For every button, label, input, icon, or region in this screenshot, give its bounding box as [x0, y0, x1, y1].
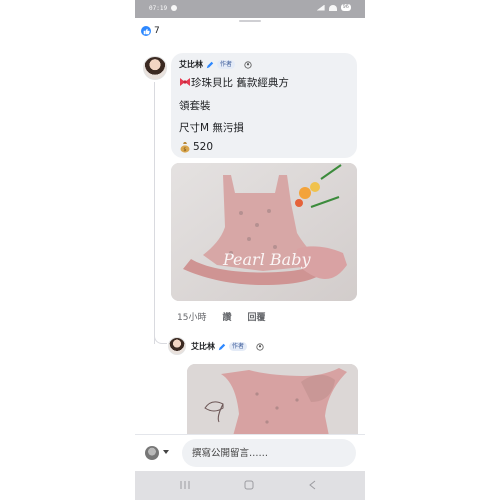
status-bar: 07:19 96: [135, 0, 365, 18]
pencil-icon: [206, 61, 214, 68]
money-bag-icon: $: [180, 142, 190, 153]
battery-icon: 96: [340, 4, 351, 11]
like-icon: [141, 26, 151, 36]
signal-icon: [316, 4, 325, 11]
reply-button[interactable]: 回覆: [247, 310, 265, 323]
author-badge: 作者: [217, 60, 236, 69]
price-line: $ 520: [179, 141, 213, 153]
avatar[interactable]: [143, 56, 167, 80]
drag-handle[interactable]: [239, 20, 261, 22]
back-icon[interactable]: [307, 479, 319, 491]
phone-screen: 07:19 96 7 艾比林 作者 珍珠貝比 舊款經典方 領套裝 尺寸M 無污損…: [135, 0, 365, 500]
reply-avatar[interactable]: [168, 337, 186, 355]
globe-icon: [256, 342, 264, 351]
status-icons: 96: [316, 4, 351, 11]
thread-line: [154, 82, 155, 344]
author-badge: 作者: [229, 342, 248, 351]
thread-connector: [154, 331, 167, 344]
pencil-icon: [218, 343, 226, 350]
reply-author-name[interactable]: 艾比林: [191, 341, 215, 352]
comment-composer: [135, 434, 365, 471]
chevron-down-icon[interactable]: [163, 450, 169, 454]
status-time: 07:19: [149, 5, 168, 12]
reply-header: 艾比林 作者: [191, 341, 264, 352]
comment-text-line: 珍珠貝比 舊款經典方: [179, 75, 289, 90]
svg-text:$: $: [183, 147, 186, 153]
home-icon[interactable]: [243, 479, 255, 491]
comment-text: 尺寸M 無污損: [179, 122, 244, 134]
reaction-summary[interactable]: 7: [141, 26, 160, 36]
photo-watermark: Pearl Baby: [222, 250, 311, 269]
comment-photo[interactable]: Pearl Baby: [171, 163, 357, 301]
author-name[interactable]: 艾比林: [179, 59, 203, 70]
reaction-count: 7: [154, 26, 160, 36]
comment-text: 領套裝: [179, 100, 211, 112]
comment-actions: 15小時 讚 回覆: [177, 310, 265, 323]
comment-text: 珍珠貝比 舊款經典方: [191, 77, 289, 89]
comment-timestamp: 15小時: [177, 313, 207, 323]
wifi-icon: [328, 4, 337, 11]
like-button[interactable]: 讚: [222, 310, 231, 323]
comment-header: 艾比林 作者: [179, 59, 252, 70]
dress-photo-art: Pearl Baby: [171, 163, 357, 301]
system-nav-bar: [135, 471, 365, 500]
commenter-avatar[interactable]: [145, 446, 159, 460]
reply-photo-art: [187, 364, 358, 436]
comment-input[interactable]: [182, 439, 356, 467]
globe-icon: [244, 60, 252, 69]
reply-photo[interactable]: [187, 364, 358, 436]
price-text: 520: [193, 141, 214, 153]
recent-apps-icon[interactable]: [179, 479, 191, 491]
messenger-icon: [171, 5, 177, 11]
comment-bubble[interactable]: 艾比林 作者 珍珠貝比 舊款經典方 領套裝 尺寸M 無污損 $ 520: [171, 53, 357, 158]
ribbon-icon: [180, 78, 190, 86]
